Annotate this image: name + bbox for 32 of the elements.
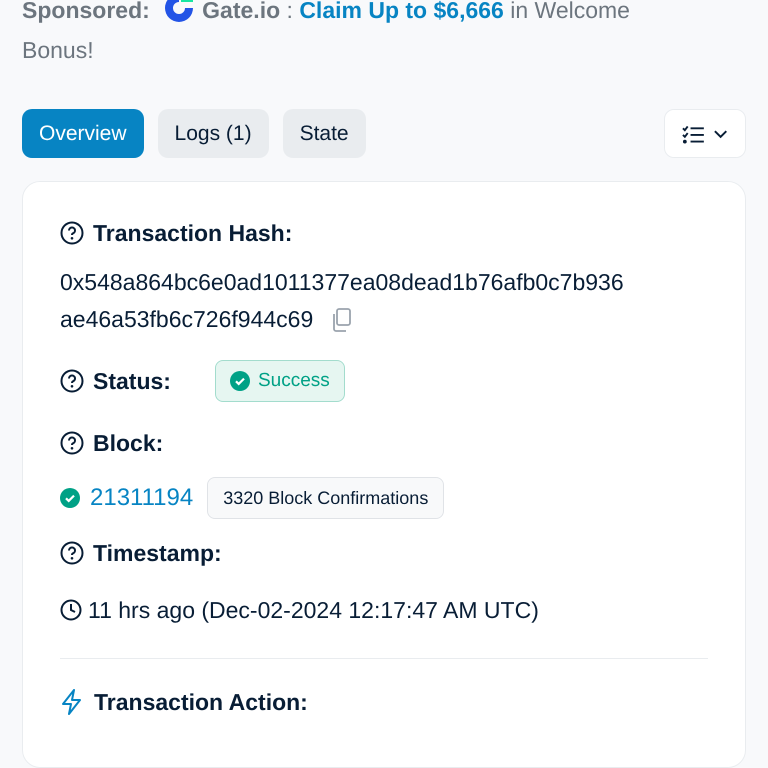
separator: : xyxy=(286,0,293,23)
field-label: Status: xyxy=(93,368,171,394)
field-label: Block: xyxy=(93,430,164,456)
transaction-hash: 0x548a864bc6e0ad1011377ea08dead1b76afb0c7b936 xyxy=(60,268,624,297)
view-options-button[interactable] xyxy=(664,109,746,158)
help-icon xyxy=(60,541,84,565)
copy-icon[interactable] xyxy=(331,308,352,332)
timestamp-value: 11 hrs ago (Dec-02-2024 12:17:47 AM UTC) xyxy=(88,596,539,624)
tab[interactable]: Overview xyxy=(22,109,144,158)
chevron-down-icon xyxy=(712,128,728,138)
check-circle-icon xyxy=(60,488,80,508)
tab[interactable]: State xyxy=(282,109,366,158)
checklist-icon xyxy=(682,124,705,144)
field-label: Timestamp: xyxy=(93,540,222,566)
field-label: Transaction Action: xyxy=(94,688,308,716)
promo-text: in Welcome xyxy=(510,0,630,23)
promo-text: Bonus! xyxy=(22,37,94,63)
block-number-link[interactable]: 21311194 xyxy=(90,484,194,512)
transaction-hash: ae46a53fb6c726f944c69 xyxy=(60,305,314,334)
check-circle-icon xyxy=(230,371,250,391)
lightning-icon xyxy=(60,689,84,715)
brand-name: Gate.io xyxy=(202,0,280,23)
field-label: Transaction Hash: xyxy=(93,220,292,246)
tab[interactable]: Logs (1) xyxy=(158,109,269,158)
claim-link[interactable]: Claim Up to $6,666 xyxy=(299,0,504,23)
help-icon xyxy=(60,431,84,455)
clock-icon xyxy=(60,599,82,621)
confirmations-badge: 3320 Block Confirmations xyxy=(207,477,444,519)
help-icon xyxy=(60,369,84,393)
status-badge: Success xyxy=(214,360,345,402)
sponsored-label: Sponsored: xyxy=(22,0,150,23)
help-icon xyxy=(60,221,84,245)
